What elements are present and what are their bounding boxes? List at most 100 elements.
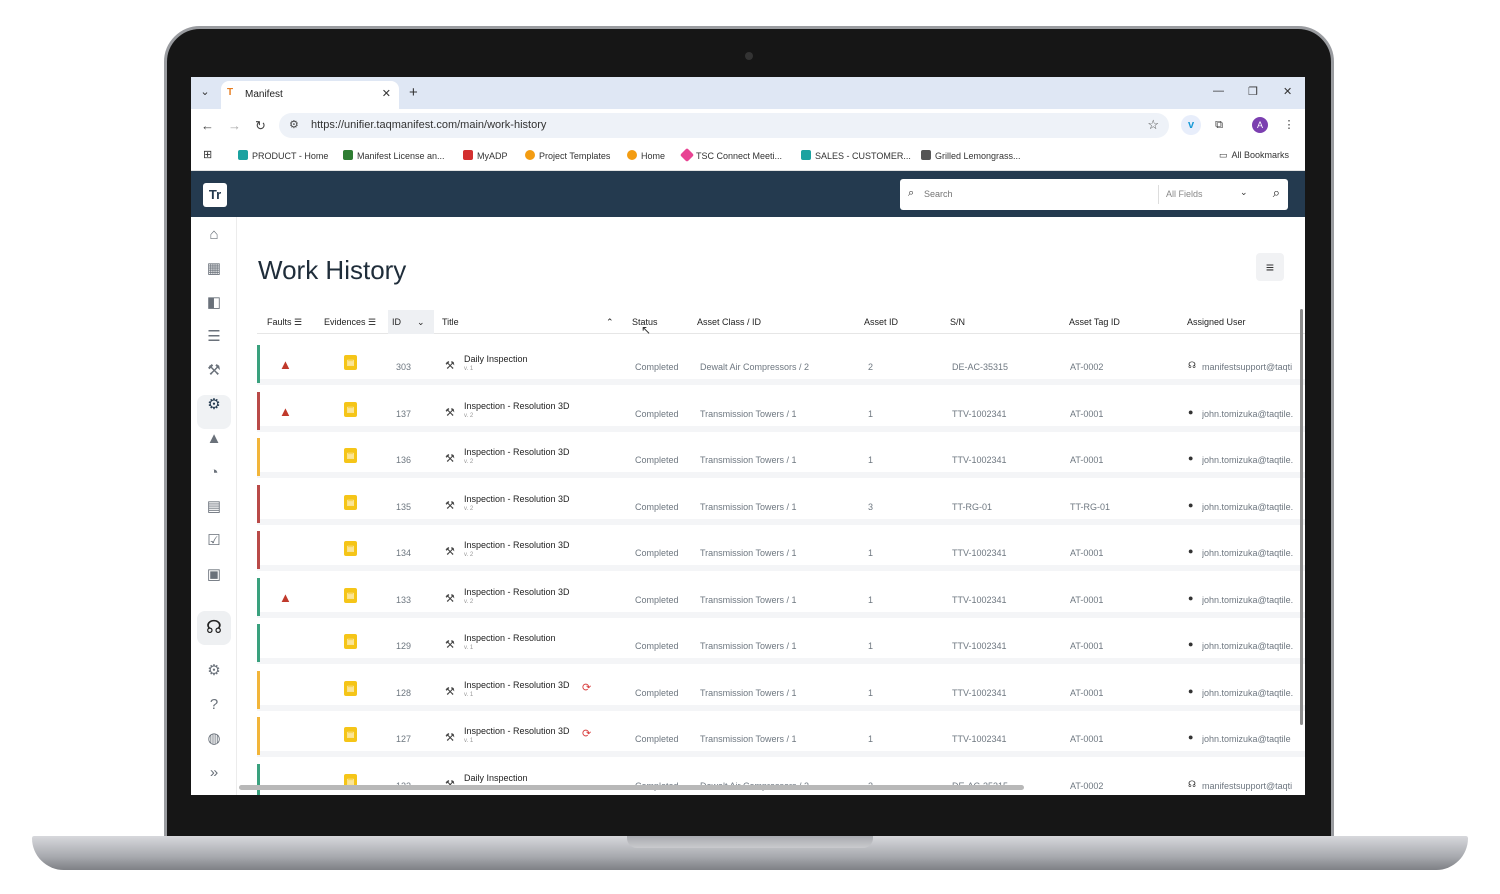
bookmark-star-icon[interactable]: ☆ (1147, 117, 1159, 133)
cell-title[interactable]: Daily Inspection (464, 354, 528, 364)
work-history-icon[interactable]: ⚙ (204, 395, 224, 415)
sort-asc-icon[interactable]: ⌃ (606, 317, 614, 328)
address-bar[interactable]: ⚙ https://unifier.taqmanifest.com/main/w… (279, 113, 1169, 138)
minimize-icon[interactable]: — (1213, 85, 1224, 97)
table-row[interactable]: ▤ 128 ⚒ Inspection - Resolution 3D v. 1 ⟳ Comp… (257, 670, 1305, 711)
cell-title[interactable]: Inspection - Resolution 3D (464, 494, 570, 504)
table-row[interactable]: ▤ 136 ⚒ Inspection - Resolution 3D v. 2 Compl… (257, 438, 1305, 478)
cell-title[interactable]: Inspection - Resolution 3D (464, 540, 570, 550)
search-field-select[interactable]: All Fields (1166, 189, 1203, 199)
col-asset-tag[interactable]: Asset Tag ID (1069, 317, 1120, 327)
reload-icon[interactable]: ↻ (255, 118, 266, 134)
evidence-icon[interactable]: ▤ (344, 355, 357, 370)
col-title[interactable]: Title (442, 317, 459, 327)
expand-sidebar-icon[interactable]: » (204, 763, 224, 783)
evidence-icon[interactable]: ▤ (344, 401, 357, 417)
back-icon[interactable]: ← (201, 118, 214, 133)
help-icon[interactable]: ? (204, 695, 224, 715)
evidence-icon[interactable]: ▤ (344, 587, 357, 603)
apps-grid-icon[interactable]: ⊞ (203, 148, 212, 161)
bookmark-item[interactable]: TSC Connect Meeti... (679, 147, 782, 163)
document-icon[interactable]: ☰ (204, 327, 224, 347)
table-row[interactable]: ▤ 127 ⚒ Inspection - Resolution 3D v. 1 ⟳ Comp… (257, 717, 1305, 757)
col-asset-id[interactable]: Asset ID (864, 317, 898, 327)
search-submit-icon[interactable]: ⌕ (1273, 185, 1280, 201)
col-faults[interactable]: Faults ☰ (267, 317, 302, 328)
new-tab-icon[interactable]: + (409, 84, 418, 101)
table-row[interactable]: ▲ ▤ 137 ⚒ Inspection - Resolution 3D v. 2 Comp… (257, 391, 1305, 432)
table-row[interactable]: ▲ ▤ 133 ⚒ Inspection - Resolution 3D v. 2 Comp… (257, 577, 1305, 618)
bookmark-item[interactable]: MyADP (463, 150, 508, 161)
bookmark-item[interactable]: Grilled Lemongrass... (921, 150, 1021, 161)
col-id[interactable]: ID (392, 317, 401, 327)
bookmark-item[interactable]: PRODUCT - Home (238, 150, 328, 161)
table-row[interactable]: ▤ 135 ⚒ Inspection - Resolution 3D v. 2 Compl… (257, 484, 1305, 525)
col-assigned-user[interactable]: Assigned User (1187, 317, 1246, 327)
cell-title[interactable]: Inspection - Resolution 3D (464, 726, 570, 736)
status-color-bar (257, 345, 260, 383)
sync-icon[interactable]: ⟳ (582, 727, 591, 740)
cell-title[interactable]: Inspection - Resolution (464, 633, 556, 643)
table-row[interactable]: ▤ 134 ⚒ Inspection - Resolution 3D v. 2 Compl… (257, 531, 1305, 571)
clock-icon[interactable]: ◔ (204, 463, 224, 483)
evidence-icon[interactable]: ▤ (344, 727, 357, 742)
restore-icon[interactable]: ❐ (1248, 85, 1258, 98)
fault-warning-icon[interactable]: ▲ (279, 357, 292, 372)
table-row[interactable]: ▲ ▤ 303 ⚒ Daily Inspection v. 1 Completed Dewal… (257, 345, 1305, 385)
filter-lines-icon[interactable]: ☰ (368, 317, 376, 327)
headset-icon[interactable]: ☊ (204, 617, 224, 637)
fault-warning-icon[interactable]: ▲ (279, 590, 292, 605)
evidence-icon[interactable]: ▤ (344, 680, 357, 696)
cell-title[interactable]: Inspection - Resolution 3D (464, 587, 570, 597)
warning-icon[interactable]: ▲ (204, 429, 224, 449)
cell-title[interactable]: Inspection - Resolution 3D (464, 680, 570, 690)
col-evidences[interactable]: Evidences ☰ (324, 317, 376, 328)
vertical-scrollbar[interactable] (1300, 309, 1303, 725)
assets-icon[interactable]: ▦ (204, 259, 224, 279)
extensions-icon[interactable]: ⧉ (1209, 115, 1229, 135)
gear-icon[interactable]: ⚙ (204, 661, 224, 681)
close-tab-icon[interactable]: ✕ (382, 87, 391, 100)
cube-icon[interactable]: ◧ (204, 293, 224, 313)
tab-search-icon[interactable]: ⌄ (197, 85, 213, 101)
site-info-icon[interactable]: ⚙ (289, 118, 299, 131)
table-row[interactable]: ▤ 129 ⚒ Inspection - Resolution v. 1 Complete… (257, 624, 1305, 664)
fault-warning-icon[interactable]: ▲ (279, 404, 292, 419)
cell-title[interactable]: Inspection - Resolution 3D (464, 447, 570, 457)
col-sn[interactable]: S/N (950, 317, 965, 327)
vimeo-extension-icon[interactable]: v (1181, 115, 1201, 135)
table-icon[interactable]: ▤ (204, 497, 224, 517)
horizontal-scrollbar[interactable] (239, 785, 1024, 790)
search-input[interactable] (924, 185, 1154, 203)
evidence-icon[interactable]: ▤ (344, 494, 357, 510)
bookmark-item[interactable]: Manifest License an... (343, 150, 445, 161)
bookmark-label: Home (641, 151, 666, 161)
wrench-icon[interactable]: ⚒ (204, 361, 224, 381)
home-icon[interactable]: ⌂ (204, 225, 224, 245)
bookmark-item[interactable]: SALES - CUSTOMER... (801, 150, 911, 161)
sync-icon[interactable]: ⟳ (582, 681, 591, 694)
browser-menu-icon[interactable]: ⋮ (1279, 115, 1299, 135)
bookmark-item[interactable]: Project Templates (525, 150, 610, 161)
evidence-icon[interactable]: ▤ (344, 634, 357, 649)
browser-tab[interactable]: T Manifest ✕ (221, 81, 399, 109)
checkbox-icon[interactable]: ☑ (204, 531, 224, 551)
cell-title[interactable]: Daily Inspection (464, 773, 528, 783)
evidence-icon[interactable]: ▤ (344, 448, 357, 463)
chevron-down-icon[interactable]: ⌄ (1240, 187, 1248, 198)
cell-title[interactable]: Inspection - Resolution 3D (464, 401, 570, 411)
manifest-logo[interactable]: Tr (203, 183, 227, 207)
sort-desc-icon[interactable]: ⌄ (417, 317, 425, 328)
filter-icon[interactable]: ≡ (1256, 253, 1284, 281)
chat-icon[interactable]: ▣ (204, 565, 224, 585)
evidence-icon[interactable]: ▤ (344, 541, 357, 556)
forward-icon[interactable]: → (228, 118, 241, 133)
globe-icon[interactable]: ◍ (204, 729, 224, 749)
profile-avatar[interactable]: A (1252, 117, 1268, 133)
col-asset-class[interactable]: Asset Class / ID (697, 317, 761, 327)
filter-lines-icon[interactable]: ☰ (294, 317, 302, 327)
all-bookmarks[interactable]: ▭ All Bookmarks (1219, 150, 1289, 161)
table-row[interactable]: ▤122⚒Daily InspectionCompletedDewalt Air… (257, 763, 1305, 795)
bookmark-item[interactable]: Home (627, 150, 665, 161)
close-window-icon[interactable]: ✕ (1283, 85, 1292, 98)
